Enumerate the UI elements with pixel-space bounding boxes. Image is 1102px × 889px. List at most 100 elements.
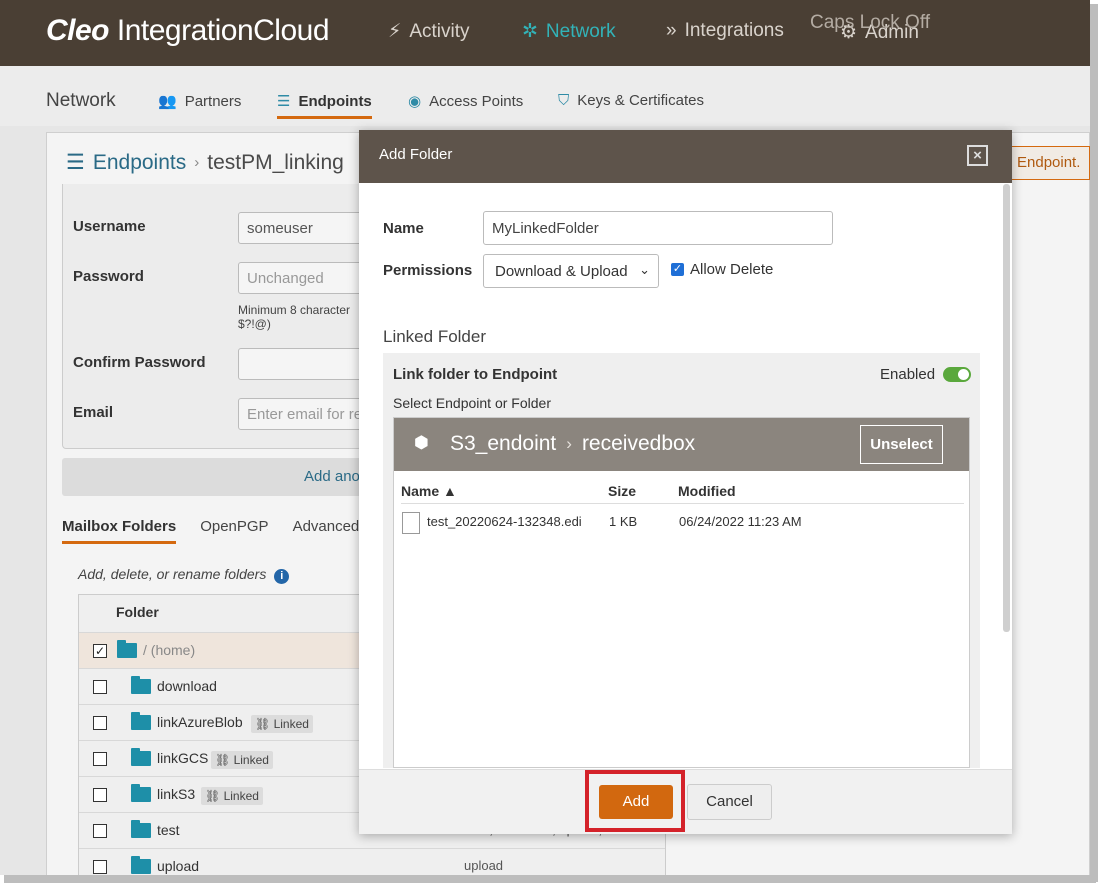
- breadcrumb-folder: receivedbox: [581, 432, 696, 455]
- tab-advanced[interactable]: Advanced: [293, 518, 360, 544]
- folder-name: download: [157, 678, 217, 694]
- folder-name: / (home): [143, 642, 196, 658]
- linked-folder-title: Linked Folder: [383, 327, 487, 346]
- brand-logo: Cleo IntegrationCloud: [46, 14, 330, 47]
- username-label: Username: [73, 218, 146, 235]
- chevron-down-icon: ⌄: [639, 262, 650, 277]
- page-shadow-right: [1090, 4, 1098, 882]
- folder-icon: [131, 856, 151, 874]
- row-checkbox[interactable]: ✓: [93, 644, 107, 658]
- linked-badge: ⛓ Linked: [201, 787, 263, 805]
- folder-name: linkS3: [157, 786, 196, 802]
- row-checkbox[interactable]: [93, 860, 107, 874]
- folder-icon: [131, 784, 151, 802]
- folder-name: linkGCS: [157, 750, 209, 766]
- dialog-footer: [359, 769, 1012, 834]
- link-to-endpoint-label: Link folder to Endpoint: [393, 366, 558, 383]
- add-another-bar: Add ano: [62, 458, 362, 496]
- cancel-button[interactable]: Cancel: [687, 784, 772, 820]
- top-bar: Cleo IntegrationCloud ⚡ Activity ✲ Network…: [0, 0, 1090, 66]
- select-endpoint-label: Select Endpoint or Folder: [393, 395, 551, 411]
- info-icon[interactable]: i: [274, 569, 290, 584]
- column-size[interactable]: Size: [608, 483, 636, 499]
- page-shadow-bottom: [4, 875, 1096, 883]
- tab-endpoints[interactable]: ☰ Endpoints: [277, 92, 372, 119]
- s3-bucket-icon: ⬢: [414, 433, 429, 452]
- folder-icon: [131, 748, 151, 766]
- folder-name: test: [157, 822, 180, 838]
- endpoints-icon: ☰: [277, 93, 291, 110]
- chevron-right-icon: ›: [566, 434, 572, 453]
- breadcrumb-endpoint[interactable]: S3_endoint: [450, 432, 556, 456]
- enabled-toggle[interactable]: Enabled: [880, 366, 972, 383]
- browser-breadcrumb: S3_endoint › receivedbox: [450, 432, 695, 456]
- partners-icon: 👥: [158, 93, 177, 110]
- dialog-header: Add Folder ×: [359, 130, 1012, 183]
- tab-access-points[interactable]: ◉ Access Points: [408, 92, 523, 111]
- breadcrumb-current: testPM_linking: [207, 150, 344, 174]
- highlight-box: [585, 770, 685, 832]
- password-hint: Minimum 8 character $?!@): [238, 303, 351, 331]
- integrations-icon: »: [666, 20, 677, 41]
- column-modified[interactable]: Modified: [678, 483, 736, 499]
- folder-name: upload: [157, 858, 200, 874]
- row-checkbox[interactable]: [93, 680, 107, 694]
- divider: [401, 503, 964, 504]
- endpoints-icon: ☰: [66, 151, 85, 174]
- access-points-icon: ◉: [408, 93, 422, 110]
- folder-icon: [131, 676, 151, 694]
- folder-icon: [131, 820, 151, 838]
- tab-mailbox-folders[interactable]: Mailbox Folders: [62, 518, 177, 544]
- linked-badge: ⛓ Linked: [251, 715, 313, 733]
- topnav-activity[interactable]: ⚡ Activity: [388, 20, 470, 43]
- row-checkbox[interactable]: [93, 824, 107, 838]
- folder-name: linkAzureBlob: [157, 714, 243, 730]
- column-name[interactable]: Name ▲: [401, 483, 457, 499]
- endpoint-tabs: Mailbox Folders OpenPGP Advanced: [62, 518, 359, 544]
- folder-name-input[interactable]: MyLinkedFolder: [483, 211, 833, 245]
- file-modified: 06/24/2022 11:23 AM: [679, 514, 802, 529]
- close-icon[interactable]: ×: [967, 145, 988, 166]
- row-checkbox[interactable]: [93, 788, 107, 802]
- email-label: Email: [73, 404, 114, 421]
- email-field[interactable]: Enter email for re: [238, 398, 368, 430]
- folder-column-header: Folder: [116, 604, 159, 620]
- caps-lock-indicator: Caps Lock Off: [810, 12, 931, 33]
- link-icon: ⛓: [205, 789, 221, 803]
- folder-icon: [131, 712, 151, 730]
- confirm-password-field[interactable]: [238, 348, 368, 380]
- tab-keys-certificates[interactable]: ⛉ Keys & Certificates: [558, 92, 704, 109]
- file-icon: [402, 512, 420, 534]
- folders-note: Add, delete, or rename folders i: [78, 566, 290, 584]
- file-name[interactable]: test_20220624-132348.edi: [427, 514, 582, 529]
- tab-openpgp[interactable]: OpenPGP: [200, 518, 268, 544]
- browser-header: ⬢ S3_endoint › receivedbox Unselect: [394, 418, 969, 471]
- section-title: Network: [46, 90, 116, 111]
- row-checkbox[interactable]: [93, 716, 107, 730]
- allow-delete-checkbox[interactable]: ✓ Allow Delete: [671, 261, 773, 278]
- folder-icon: [117, 640, 137, 658]
- username-field[interactable]: someuser: [238, 212, 368, 244]
- confirm-password-label: Confirm Password: [73, 354, 206, 371]
- link-icon: ⛓: [215, 753, 231, 767]
- password-field[interactable]: Unchanged: [238, 262, 368, 294]
- password-label: Password: [73, 268, 144, 285]
- chevron-right-icon: ›: [194, 154, 200, 171]
- row-checkbox[interactable]: [93, 752, 107, 766]
- unselect-button[interactable]: Unselect: [860, 425, 943, 464]
- add-another-link[interactable]: Add ano: [304, 468, 360, 485]
- toggle-switch[interactable]: [943, 367, 972, 382]
- table-row[interactable]: upload upload: [79, 848, 665, 875]
- breadcrumb-endpoints-link[interactable]: Endpoints: [93, 151, 186, 175]
- file-size: 1 KB: [609, 514, 638, 529]
- topnav-integrations[interactable]: » Integrations: [666, 20, 784, 42]
- breadcrumb: ☰ Endpoints › testPM_linking: [66, 150, 344, 175]
- dialog-scrollbar[interactable]: [1003, 184, 1010, 632]
- permissions-select[interactable]: Download & Upload ⌄: [483, 254, 659, 288]
- tab-partners[interactable]: 👥 Partners: [158, 92, 241, 111]
- checkmark-icon: ✓: [671, 263, 684, 276]
- dialog-title: Add Folder: [379, 146, 453, 163]
- folder-permissions: upload: [464, 858, 504, 873]
- topnav-network[interactable]: ✲ Network: [522, 20, 616, 43]
- endpoint-action-button[interactable]: Endpoint.: [1010, 146, 1090, 180]
